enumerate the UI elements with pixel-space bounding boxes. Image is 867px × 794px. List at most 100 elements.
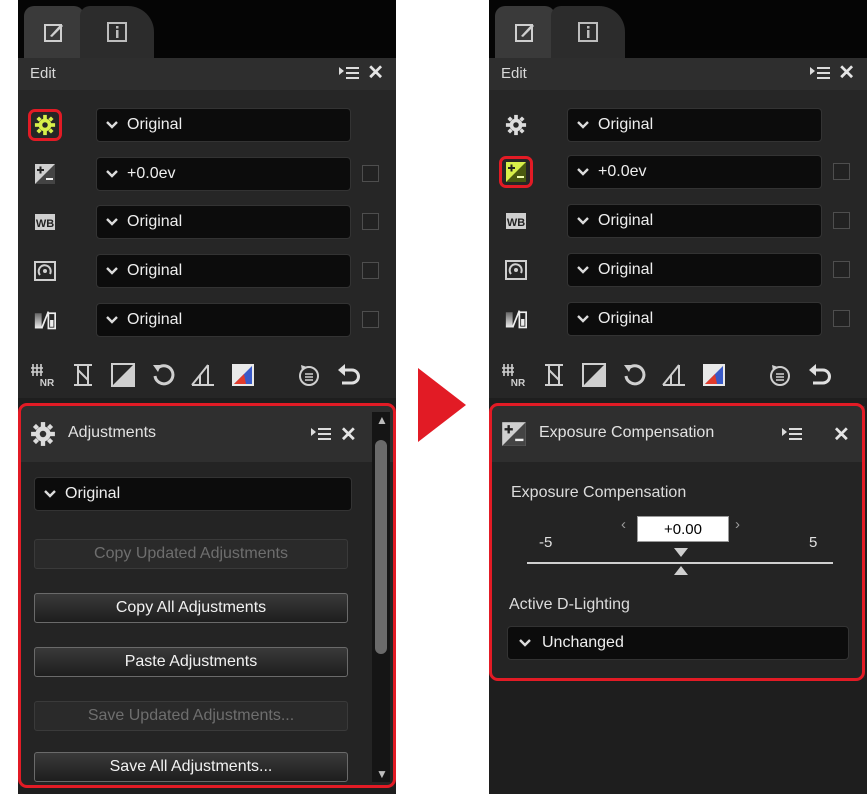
noise-reduction-icon[interactable]: NR — [28, 360, 58, 390]
active-d-lighting-dropdown[interactable]: Unchanged — [507, 626, 849, 660]
decrement-arrow-icon[interactable]: ‹ — [621, 516, 626, 533]
chevron-down-icon — [508, 639, 542, 647]
info-tab[interactable] — [80, 6, 154, 58]
wb-icon[interactable]: WB — [499, 205, 533, 237]
chevron-down-icon — [568, 266, 598, 274]
dropdown-value: Original — [598, 116, 654, 133]
exposure-slider-thumb[interactable] — [674, 566, 688, 575]
exposure-dropdown[interactable]: +0.0ev — [96, 157, 351, 191]
adjustments-panel-header: Adjustments ✕ — [20, 406, 394, 462]
chevron-down-icon — [97, 170, 127, 178]
white-balance-dropdown[interactable]: Original — [567, 204, 822, 238]
chevron-down-icon — [97, 316, 127, 324]
apply-checkbox[interactable] — [362, 213, 379, 230]
scroll-up-arrow-icon[interactable]: ▲ — [376, 414, 388, 426]
wb-icon[interactable]: WB — [28, 206, 62, 238]
adjustments-preset-dropdown[interactable]: Original — [34, 477, 352, 511]
undo-icon[interactable] — [334, 360, 364, 390]
tone-dropdown[interactable]: Original — [96, 303, 351, 337]
gear-icon[interactable] — [499, 109, 533, 141]
levels-icon[interactable] — [579, 360, 609, 390]
edit-tab[interactable] — [495, 6, 555, 58]
apply-checkbox[interactable] — [833, 163, 850, 180]
info-tab[interactable] — [551, 6, 625, 58]
chevron-down-icon — [97, 121, 127, 129]
chevron-down-icon — [568, 217, 598, 225]
apply-checkbox[interactable] — [833, 261, 850, 278]
apply-checkbox[interactable] — [362, 262, 379, 279]
apply-checkbox[interactable] — [833, 310, 850, 327]
right-panel: Edit ✕ Original +0.0ev WB Original Origi… — [489, 0, 867, 794]
increment-arrow-icon[interactable]: › — [735, 516, 740, 533]
list-menu-icon[interactable] — [781, 426, 803, 447]
close-icon[interactable]: ✕ — [367, 62, 384, 84]
straighten-icon[interactable] — [188, 360, 218, 390]
dropdown-value: Original — [127, 311, 183, 328]
slider-reference-marker — [674, 548, 688, 557]
copy-updated-adjustments-button[interactable]: Copy Updated Adjustments — [34, 539, 348, 569]
edit-row-adjustments: Original — [489, 107, 867, 143]
save-updated-adjustments-button[interactable]: Save Updated Adjustments... — [34, 701, 348, 731]
palette-tab-bar — [489, 0, 867, 58]
list-menu-icon[interactable] — [310, 426, 332, 447]
dropdown-value: Original — [598, 212, 654, 229]
exposure-icon[interactable] — [28, 158, 62, 190]
tone-icon[interactable] — [499, 303, 533, 335]
palette-tab-bar — [18, 0, 396, 58]
retouch-history-icon[interactable] — [765, 360, 795, 390]
slider-min-label: -5 — [539, 534, 553, 551]
edit-tab[interactable] — [24, 6, 84, 58]
exposure-compensation-panel: Exposure Compensation ✕ Exposure Compens… — [491, 406, 865, 678]
arrow-right-icon — [418, 368, 466, 442]
close-icon[interactable]: ✕ — [838, 62, 855, 84]
exposure-value-field[interactable]: +0.00 — [637, 516, 729, 542]
adjustments-dropdown[interactable]: Original — [96, 108, 351, 142]
gear-icon[interactable] — [28, 109, 62, 141]
edit-row-white-balance: WB Original — [489, 203, 867, 239]
exposure-slider-track[interactable] — [527, 562, 833, 564]
edit-panel-header: Edit ✕ — [489, 58, 867, 90]
rotate-icon[interactable] — [148, 360, 178, 390]
white-balance-dropdown[interactable]: Original — [96, 205, 351, 239]
close-icon[interactable]: ✕ — [833, 422, 850, 447]
list-menu-icon[interactable] — [809, 65, 831, 86]
edit-panel-title: Edit — [30, 65, 56, 82]
save-all-adjustments-button[interactable]: Save All Adjustments... — [34, 752, 348, 782]
dropdown-value: Original — [127, 116, 183, 133]
apply-checkbox[interactable] — [362, 311, 379, 328]
edit-row-picture-control: Original — [489, 252, 867, 288]
undo-icon[interactable] — [805, 360, 835, 390]
tone-dropdown[interactable]: Original — [567, 302, 822, 336]
paste-adjustments-button[interactable]: Paste Adjustments — [34, 647, 348, 677]
crop-icon[interactable] — [68, 360, 98, 390]
picture-control-icon[interactable] — [499, 254, 533, 286]
chevron-down-icon — [568, 315, 598, 323]
scrollbar[interactable]: ▲ ▼ — [372, 412, 390, 782]
scrollbar-thumb[interactable] — [375, 440, 387, 654]
apply-checkbox[interactable] — [362, 165, 379, 182]
color-balance-icon[interactable] — [228, 360, 258, 390]
noise-reduction-icon[interactable]: NR — [499, 360, 529, 390]
retouch-history-icon[interactable] — [294, 360, 324, 390]
rotate-icon[interactable] — [619, 360, 649, 390]
dropdown-value: Unchanged — [542, 634, 624, 651]
adjustments-dropdown[interactable]: Original — [567, 108, 822, 142]
dropdown-value: +0.0ev — [127, 165, 176, 182]
levels-icon[interactable] — [108, 360, 138, 390]
crop-icon[interactable] — [539, 360, 569, 390]
list-menu-icon[interactable] — [338, 65, 360, 86]
chevron-down-icon — [97, 267, 127, 275]
color-balance-icon[interactable] — [699, 360, 729, 390]
copy-all-adjustments-button[interactable]: Copy All Adjustments — [34, 593, 348, 623]
picture-control-dropdown[interactable]: Original — [96, 254, 351, 288]
edit-row-exposure: +0.0ev — [18, 156, 396, 192]
exposure-icon[interactable] — [499, 156, 533, 188]
close-icon[interactable]: ✕ — [340, 422, 357, 447]
picture-control-icon[interactable] — [28, 255, 62, 287]
exposure-dropdown[interactable]: +0.0ev — [567, 155, 822, 189]
scroll-down-arrow-icon[interactable]: ▼ — [376, 768, 388, 780]
apply-checkbox[interactable] — [833, 212, 850, 229]
tone-icon[interactable] — [28, 304, 62, 336]
picture-control-dropdown[interactable]: Original — [567, 253, 822, 287]
straighten-icon[interactable] — [659, 360, 689, 390]
